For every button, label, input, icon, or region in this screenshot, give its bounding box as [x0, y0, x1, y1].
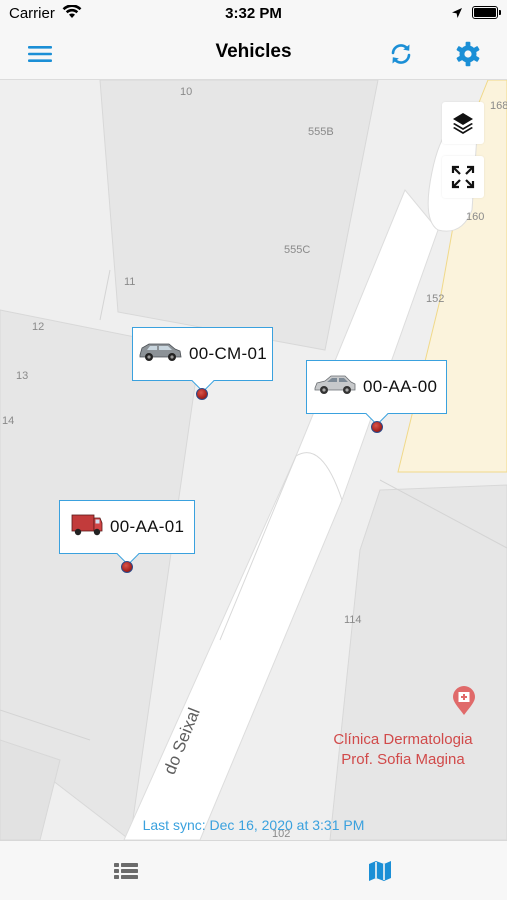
vehicle-location-dot[interactable]: [371, 421, 383, 433]
navigation-bar: Vehicles: [0, 28, 507, 80]
map-label-14: 14: [2, 415, 15, 427]
vehicle-marker-callout[interactable]: 00-CM-01: [132, 327, 273, 393]
map-label-152: 152: [426, 293, 445, 305]
map-label-114: 114: [344, 614, 362, 626]
app: Carrier 3:32 PM Vehicles 10 555B 168 160…: [0, 0, 507, 900]
vehicle-location-dot[interactable]: [196, 388, 208, 400]
map-label-12: 12: [32, 321, 45, 333]
map-base: [0, 80, 507, 840]
truck-icon: [70, 512, 104, 543]
map-label-160: 160: [466, 211, 485, 223]
fullscreen-icon: [451, 165, 475, 189]
vehicle-plate: 00-CM-01: [189, 344, 267, 363]
page-title: Vehicles: [215, 41, 292, 62]
poi-label[interactable]: Clínica Dermatologia Prof. Sofia Magina: [310, 730, 496, 770]
settings-button[interactable]: [450, 36, 486, 72]
sync-icon: [391, 44, 411, 64]
medical-pin-icon[interactable]: [452, 686, 476, 721]
map-label-555c: 555C: [284, 244, 311, 256]
vehicle-location-dot[interactable]: [121, 561, 133, 573]
location-arrow-icon: [451, 6, 463, 23]
vehicle-plate: 00-AA-01: [110, 517, 185, 536]
map-label-10: 10: [180, 86, 193, 98]
last-sync-label: Last sync: Dec 16, 2020 at 3:31 PM: [142, 817, 365, 833]
tab-map[interactable]: [358, 855, 402, 887]
clock: 3:32 PM: [225, 5, 282, 22]
tab-bar: [0, 840, 507, 900]
fullscreen-button[interactable]: [442, 156, 484, 198]
map-label-13: 13: [16, 370, 29, 382]
map-label-555b: 555B: [308, 126, 334, 138]
map-icon: [369, 861, 391, 881]
poi-name-line1: Clínica Dermatologia: [333, 731, 473, 748]
layers-button[interactable]: [442, 102, 484, 144]
layers-icon: [453, 113, 473, 134]
list-icon: [114, 863, 138, 879]
poi-name-line2: Prof. Sofia Magina: [341, 751, 465, 768]
map-view[interactable]: 10 555B 168 160 555C 11 152 12 13 14 114…: [0, 80, 507, 840]
map-label-168: 168: [490, 100, 507, 112]
sync-button[interactable]: [383, 36, 419, 72]
suv-icon: [137, 340, 183, 369]
car-icon: [313, 372, 357, 403]
tab-list[interactable]: [104, 855, 148, 887]
vehicle-plate: 00-AA-00: [363, 377, 438, 396]
status-bar: Carrier 3:32 PM: [0, 0, 507, 28]
gear-icon: [456, 41, 480, 67]
battery-icon: [472, 6, 501, 19]
map-label-11: 11: [124, 276, 136, 288]
vehicle-marker-callout[interactable]: 00-AA-00: [306, 360, 447, 426]
vehicle-marker-callout[interactable]: 00-AA-01: [59, 500, 195, 566]
